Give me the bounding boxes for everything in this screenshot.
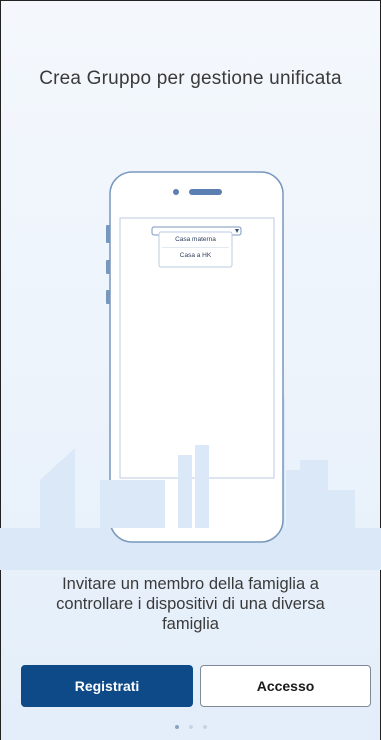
page-dot-1[interactable] xyxy=(174,725,179,729)
onboarding-screen: Crea Gruppo per gestione unificata Casa … xyxy=(0,0,381,740)
page-dot-2[interactable] xyxy=(188,725,193,729)
feature-caption: Invitare un membro della famiglia a cont… xyxy=(56,575,325,633)
register-button[interactable]: Registrati xyxy=(21,665,193,707)
dropdown-option-casa-hk[interactable]: Casa a HK xyxy=(159,252,232,259)
page-dot-3[interactable] xyxy=(202,725,207,729)
phone-city-illustration xyxy=(0,171,381,570)
page-title: Crea Gruppo per gestione unificata xyxy=(39,68,342,89)
page-indicator xyxy=(0,725,381,729)
frame-top-border xyxy=(0,0,381,1)
dropdown-divider xyxy=(162,247,229,248)
login-button[interactable]: Accesso xyxy=(200,665,371,707)
dropdown-option-casa-materna[interactable]: Casa materna xyxy=(159,236,232,243)
